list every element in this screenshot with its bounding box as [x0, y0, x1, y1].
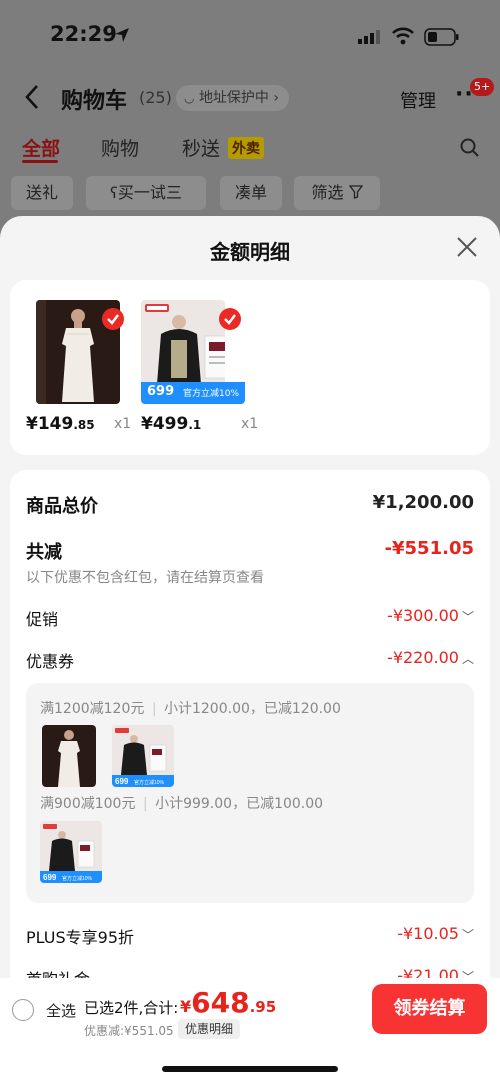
reduce-row: 共减 -¥551.05 — [26, 538, 474, 564]
reduce-note: 以下优惠不包含红包，请在结算页查看 — [26, 570, 264, 586]
select-all-checkbox[interactable] — [12, 999, 34, 1021]
status-time: 22:29 — [50, 22, 117, 46]
discount-summary: 优惠减:¥551.05 — [84, 1024, 174, 1038]
bear-icon: ʕ — [110, 184, 118, 202]
cart-tabs: 全部 购物 秒送 外卖 — [0, 130, 500, 170]
address-protect-pill[interactable]: ◡ 地址保护中 › — [176, 85, 289, 111]
checkout-total: ¥648.95 — [180, 986, 277, 1019]
filter-menu[interactable]: 筛选 — [294, 176, 380, 210]
amount-detail-sheet: 金额明细 ¥149.85 x1 699 官方立减10% ¥499.1 x1 商品… — [0, 216, 500, 1083]
total-value: ¥1,200.00 — [372, 492, 474, 513]
search-icon[interactable] — [460, 138, 480, 158]
location-arrow-icon — [115, 28, 129, 42]
checked-icon — [102, 308, 124, 330]
manage-button[interactable]: 管理 — [400, 87, 436, 113]
promo-strip: 699 官方立减10% — [141, 382, 245, 404]
coupon-rule: 满1200减120元 — [40, 701, 145, 717]
wifi-icon — [392, 27, 414, 45]
svg-text:699: 699 — [115, 777, 129, 786]
coupon-product-image: 699 官方立减10% — [112, 725, 174, 787]
filter-buy-one-try-three[interactable]: ʕ买一试三 — [86, 176, 206, 210]
tab-shopping[interactable]: 购物 — [101, 134, 139, 161]
coupon-rule: 满900减100元 — [40, 796, 136, 812]
reduce-label: 共减 — [26, 542, 62, 563]
reduce-value: -¥551.05 — [384, 538, 474, 559]
battery-icon — [424, 28, 459, 46]
svg-text:699: 699 — [43, 873, 57, 882]
tab-flash[interactable]: 秒送 — [182, 134, 220, 161]
coupon-rule-line: 满1200减120元 | 小计1200.00，已减120.00 — [40, 698, 341, 718]
tab-all[interactable]: 全部 — [22, 134, 60, 161]
coupon-detail-box: 满1200减120元 | 小计1200.00，已减120.00 699 官方立减… — [26, 683, 474, 903]
cart-count: (25) — [139, 88, 172, 107]
home-indicator — [162, 1066, 338, 1072]
back-arrow-icon[interactable] — [24, 84, 40, 110]
coupon-detail: 小计1200.00，已减120.00 — [163, 701, 341, 717]
coupon-value: -¥220.00 ︿ — [387, 648, 474, 667]
product-price: ¥499.1 — [141, 414, 202, 434]
coupon-product-image — [42, 725, 96, 787]
message-badge: 5+ — [470, 78, 495, 96]
address-protect-label: 地址保护中 › — [198, 90, 279, 106]
promo-label: 促销 — [26, 610, 59, 629]
product-price: ¥149.85 — [26, 414, 95, 434]
filter-gift[interactable]: 送礼 — [11, 176, 73, 210]
filter-bar: 送礼 ʕ买一试三 凑单 筛选 — [0, 176, 500, 212]
selected-summary: 已选2件,合计: — [84, 999, 179, 1017]
discount-detail-button[interactable]: 优惠明细 — [178, 1019, 241, 1039]
coupon-divider: | — [151, 701, 157, 717]
plus-label: PLUS专享95折 — [26, 928, 134, 947]
chevron-down-icon: ﹀ — [461, 610, 474, 624]
filter-bundle[interactable]: 凑单 — [220, 176, 282, 210]
select-all-label[interactable]: 全选 — [46, 1000, 76, 1021]
checked-icon — [219, 308, 241, 330]
coupon-rule-line: 满900减100元 | 小计999.00，已减100.00 — [40, 793, 323, 813]
close-icon[interactable] — [456, 236, 478, 258]
coupon-product-image: 699 官方立减10% — [40, 821, 102, 883]
svg-text:官方立减10%: 官方立减10% — [134, 779, 165, 786]
signal-icon — [358, 30, 380, 44]
status-bar: 22:29 — [0, 0, 500, 72]
selected-products-card: ¥149.85 x1 699 官方立减10% ¥499.1 x1 — [10, 280, 490, 455]
promo-text: 官方立减10% — [183, 389, 240, 399]
total-row: 商品总价 ¥1,200.00 — [26, 492, 474, 518]
takeout-tag: 外卖 — [228, 137, 264, 159]
svg-text:官方立减10%: 官方立减10% — [62, 875, 93, 882]
active-tab-underline — [22, 160, 58, 163]
product-qty: x1 — [241, 416, 259, 432]
total-label: 商品总价 — [26, 496, 98, 517]
plus-value: -¥10.05 ﹀ — [397, 924, 474, 943]
coupon-divider: | — [142, 796, 148, 812]
checkout-bar: 全选 已选2件,合计: ¥648.95 优惠减:¥551.05 优惠明细 领券结… — [0, 978, 500, 1083]
checkout-button[interactable]: 领券结算 — [372, 984, 487, 1034]
sheet-title: 金额明细 — [210, 240, 290, 264]
coupon-row[interactable]: 优惠券 -¥220.00 ︿ — [26, 648, 474, 672]
shield-check-icon: ◡ — [184, 91, 195, 105]
funnel-icon — [348, 185, 363, 199]
plus-row[interactable]: PLUS专享95折 -¥10.05 ﹀ — [26, 924, 474, 948]
promo-row[interactable]: 促销 -¥300.00 ﹀ — [26, 606, 474, 630]
coupon-detail: 小计999.00，已减100.00 — [155, 796, 324, 812]
promo-value: -¥300.00 ﹀ — [387, 606, 474, 625]
reduce-note-row: 以下优惠不包含红包，请在结算页查看 — [26, 567, 474, 587]
chevron-up-icon: ︿ — [461, 652, 474, 666]
coupon-label: 优惠券 — [26, 652, 75, 671]
cart-header: 购物车 (25) ◡ 地址保护中 › 管理 ··· 5+ — [0, 72, 500, 122]
promo-price: 699 — [147, 384, 175, 399]
page-title: 购物车 — [61, 89, 128, 114]
product-qty: x1 — [114, 416, 132, 432]
chevron-down-icon: ﹀ — [461, 928, 474, 942]
